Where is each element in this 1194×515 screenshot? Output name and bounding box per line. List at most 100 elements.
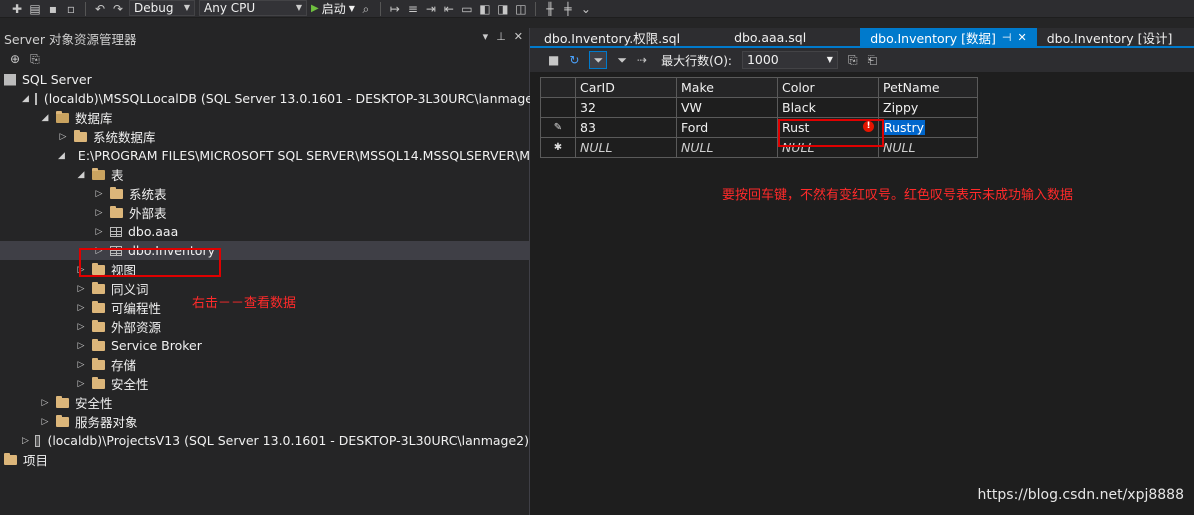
- grid-cell[interactable]: 83: [575, 117, 677, 138]
- grid-cell[interactable]: Black: [777, 97, 879, 118]
- tree-node[interactable]: ▷ 外部资源: [0, 317, 529, 336]
- collapsed-arrow-icon[interactable]: ▷: [76, 284, 86, 294]
- close-icon[interactable]: ✕: [514, 30, 523, 43]
- align-icon[interactable]: ╫: [543, 1, 557, 17]
- grid-cell[interactable]: VW: [676, 97, 778, 118]
- filter-icon[interactable]: ⏷: [617, 53, 627, 68]
- panel-title: Server 对象资源管理器: [4, 31, 137, 47]
- distribute-icon[interactable]: ╪: [561, 1, 575, 17]
- step-icon[interactable]: ↦: [388, 1, 402, 17]
- indent-icon[interactable]: ⇥: [424, 1, 438, 17]
- format-icon[interactable]: ≡: [406, 1, 420, 17]
- tree-node[interactable]: 项目: [0, 450, 529, 469]
- tree-node[interactable]: ◢ (localdb)\MSSQLLocalDB (SQL Server 13.0…: [0, 89, 546, 108]
- row-header[interactable]: ✱: [540, 137, 576, 158]
- tree-node[interactable]: ▷ 存储: [0, 355, 529, 374]
- grid-cell[interactable]: Ford: [676, 117, 778, 138]
- collapsed-arrow-icon[interactable]: ▷: [40, 417, 50, 427]
- tree-node[interactable]: ◢ 表: [0, 165, 529, 184]
- grid-cell[interactable]: 32: [575, 97, 677, 118]
- collapsed-arrow-icon[interactable]: ▷: [76, 360, 86, 370]
- filter-active-icon[interactable]: ⏷: [589, 51, 608, 69]
- start-button[interactable]: ▶ 启动 ▼: [311, 0, 355, 17]
- tree-node-label: Service Broker: [111, 338, 202, 353]
- dropdown-icon[interactable]: ▾: [483, 30, 489, 43]
- connect-server-icon[interactable]: ⎘: [30, 52, 40, 67]
- document-tab[interactable]: dbo.aaa.sql: [690, 28, 816, 46]
- row-header[interactable]: [540, 97, 576, 118]
- bookmark-next-icon[interactable]: ◨: [496, 1, 510, 17]
- save-icon[interactable]: ▪: [46, 1, 60, 17]
- folder-icon: [92, 319, 105, 332]
- collapsed-arrow-icon[interactable]: ▷: [76, 303, 86, 313]
- document-tab[interactable]: dbo.Inventory [数据] ⊣ ✕: [860, 28, 1037, 46]
- collapsed-arrow-icon[interactable]: ▷: [76, 341, 86, 351]
- pin-icon[interactable]: ⊥: [496, 30, 506, 43]
- collapsed-arrow-icon[interactable]: ▷: [76, 379, 86, 389]
- toolbar-overflow-icon[interactable]: ⌄: [579, 1, 593, 17]
- cell-value: Rustry: [883, 120, 925, 135]
- bookmark-clear-icon[interactable]: ◫: [514, 1, 528, 17]
- tree-node[interactable]: ◢ E:\PROGRAM FILES\MICROSOFT SQL SERVER\M…: [0, 146, 546, 165]
- tree-node[interactable]: ▷ 系统数据库: [0, 127, 529, 146]
- tree-node[interactable]: ▷ (localdb)\ProjectsV13 (SQL Server 13.0.…: [0, 431, 529, 450]
- column-header[interactable]: Color: [777, 77, 879, 98]
- grid-cell[interactable]: NULL: [878, 137, 978, 158]
- tree-node[interactable]: ▷ Service Broker: [0, 336, 529, 355]
- expanded-arrow-icon[interactable]: ◢: [22, 94, 29, 104]
- close-tab-icon[interactable]: ✕: [1018, 31, 1027, 44]
- cell-value: NULL: [580, 140, 613, 155]
- collapsed-arrow-icon[interactable]: ▷: [22, 436, 29, 446]
- undo-icon[interactable]: ↶: [93, 1, 107, 17]
- add-connection-icon[interactable]: ⊕: [10, 52, 20, 66]
- tree-node[interactable]: SQL Server: [0, 70, 529, 89]
- new-project-icon[interactable]: ✚: [10, 1, 24, 17]
- grid-cell[interactable]: NULL: [575, 137, 677, 158]
- collapsed-arrow-icon[interactable]: ▷: [58, 132, 68, 142]
- pin-tab-icon[interactable]: ⊣: [1002, 31, 1012, 44]
- collapsed-arrow-icon[interactable]: ▷: [40, 398, 50, 408]
- tree-node[interactable]: ▷ dbo.aaa: [0, 222, 529, 241]
- tree-node[interactable]: ▷ 服务器对象: [0, 412, 529, 431]
- comment-icon[interactable]: ▭: [460, 1, 474, 17]
- tree-node[interactable]: ◢ 数据库: [0, 108, 529, 127]
- row-header[interactable]: ✎: [540, 117, 576, 138]
- configuration-dropdown[interactable]: Debug ▼: [129, 0, 195, 16]
- cell-value: VW: [681, 100, 702, 115]
- expanded-arrow-icon[interactable]: ◢: [58, 151, 65, 161]
- outdent-icon[interactable]: ⇤: [442, 1, 456, 17]
- expanded-arrow-icon[interactable]: ◢: [40, 113, 50, 123]
- collapsed-arrow-icon[interactable]: ▷: [94, 227, 104, 237]
- tree-node[interactable]: ▷ 安全性: [0, 374, 529, 393]
- open-folder-icon[interactable]: ▤: [28, 1, 42, 17]
- collapsed-arrow-icon[interactable]: ▷: [76, 322, 86, 332]
- expanded-arrow-icon[interactable]: ◢: [76, 170, 86, 180]
- collapsed-arrow-icon[interactable]: ▷: [94, 189, 104, 199]
- script-icon[interactable]: ⇢: [637, 53, 647, 67]
- copy-icon[interactable]: ⎗: [868, 53, 878, 68]
- grid-cell[interactable]: NULL: [676, 137, 778, 158]
- platform-dropdown[interactable]: Any CPU ▼: [199, 0, 307, 16]
- corner-header[interactable]: [540, 77, 576, 98]
- export-icon[interactable]: ⎘: [848, 53, 858, 68]
- tree-node[interactable]: ▷ 系统表: [0, 184, 529, 203]
- redo-icon[interactable]: ↷: [111, 1, 125, 17]
- document-tab[interactable]: dbo.Inventory.权限.sql: [530, 28, 690, 46]
- max-rows-dropdown[interactable]: 1000 ▼: [741, 51, 838, 69]
- bookmark-icon[interactable]: ◧: [478, 1, 492, 17]
- collapsed-arrow-icon[interactable]: ▷: [94, 208, 104, 218]
- document-tab[interactable]: dbo.Inventory [设计]: [1037, 28, 1183, 46]
- column-header[interactable]: PetName: [878, 77, 978, 98]
- grid-cell[interactable]: Rustry: [878, 117, 978, 138]
- table-icon: [110, 226, 122, 237]
- column-header[interactable]: CarID: [575, 77, 677, 98]
- stop-icon[interactable]: ■: [548, 53, 559, 67]
- tree-node[interactable]: ▷ 安全性: [0, 393, 529, 412]
- refresh-icon[interactable]: ↻: [569, 53, 579, 67]
- highlight-box: [79, 248, 221, 277]
- column-header[interactable]: Make: [676, 77, 778, 98]
- find-icon[interactable]: ⌕: [359, 1, 373, 17]
- tree-node[interactable]: ▷ 外部表: [0, 203, 529, 222]
- grid-cell[interactable]: Zippy: [878, 97, 978, 118]
- save-all-icon[interactable]: ▫: [64, 1, 78, 17]
